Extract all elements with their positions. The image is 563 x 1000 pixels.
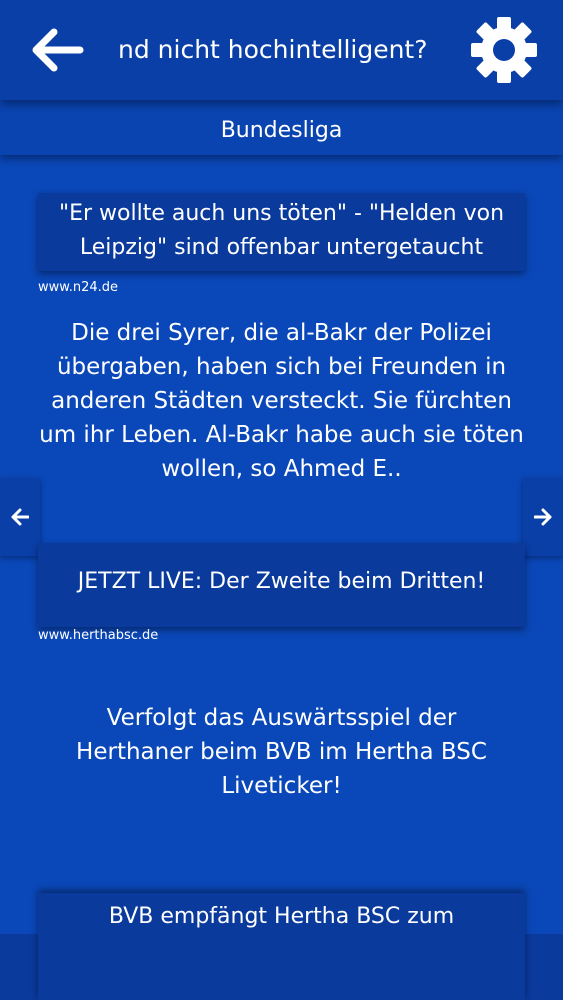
settings-button[interactable] bbox=[468, 14, 540, 86]
previous-article-button[interactable] bbox=[0, 478, 40, 556]
article-summary: Die drei Syrer, die al-Bakr der Polizei … bbox=[39, 320, 524, 482]
article-title-box[interactable]: JETZT LIVE: Der Zweite beim Dritten! bbox=[38, 543, 525, 627]
gear-icon bbox=[471, 17, 537, 83]
article-title-box[interactable]: "Er wollte auch uns töten" - "Helden von… bbox=[38, 193, 525, 271]
arrow-left-small-icon bbox=[11, 508, 29, 526]
category-bar[interactable]: Bundesliga bbox=[0, 107, 563, 155]
header-bar: nd nicht hochintelligent? bbox=[0, 0, 563, 100]
article-summary: Verfolgt das Auswärtsspiel der Herthaner… bbox=[76, 705, 487, 799]
arrow-right-small-icon bbox=[534, 508, 552, 526]
page-title: nd nicht hochintelligent? bbox=[118, 35, 428, 64]
next-article-button[interactable] bbox=[523, 478, 563, 556]
article-title: BVB empfängt Hertha BSC zum bbox=[108, 904, 455, 929]
category-label: Bundesliga bbox=[220, 118, 343, 143]
article-source-link[interactable]: www.herthabsc.de bbox=[38, 628, 158, 643]
article-title: JETZT LIVE: Der Zweite beim Dritten! bbox=[77, 569, 486, 594]
back-button[interactable] bbox=[30, 28, 86, 72]
article-title: "Er wollte auch uns töten" - "Helden von… bbox=[58, 201, 505, 260]
article-title-box[interactable]: BVB empfängt Hertha BSC zum bbox=[38, 893, 525, 1000]
article-source-link[interactable]: www.n24.de bbox=[38, 280, 118, 295]
arrow-left-icon bbox=[32, 28, 84, 72]
